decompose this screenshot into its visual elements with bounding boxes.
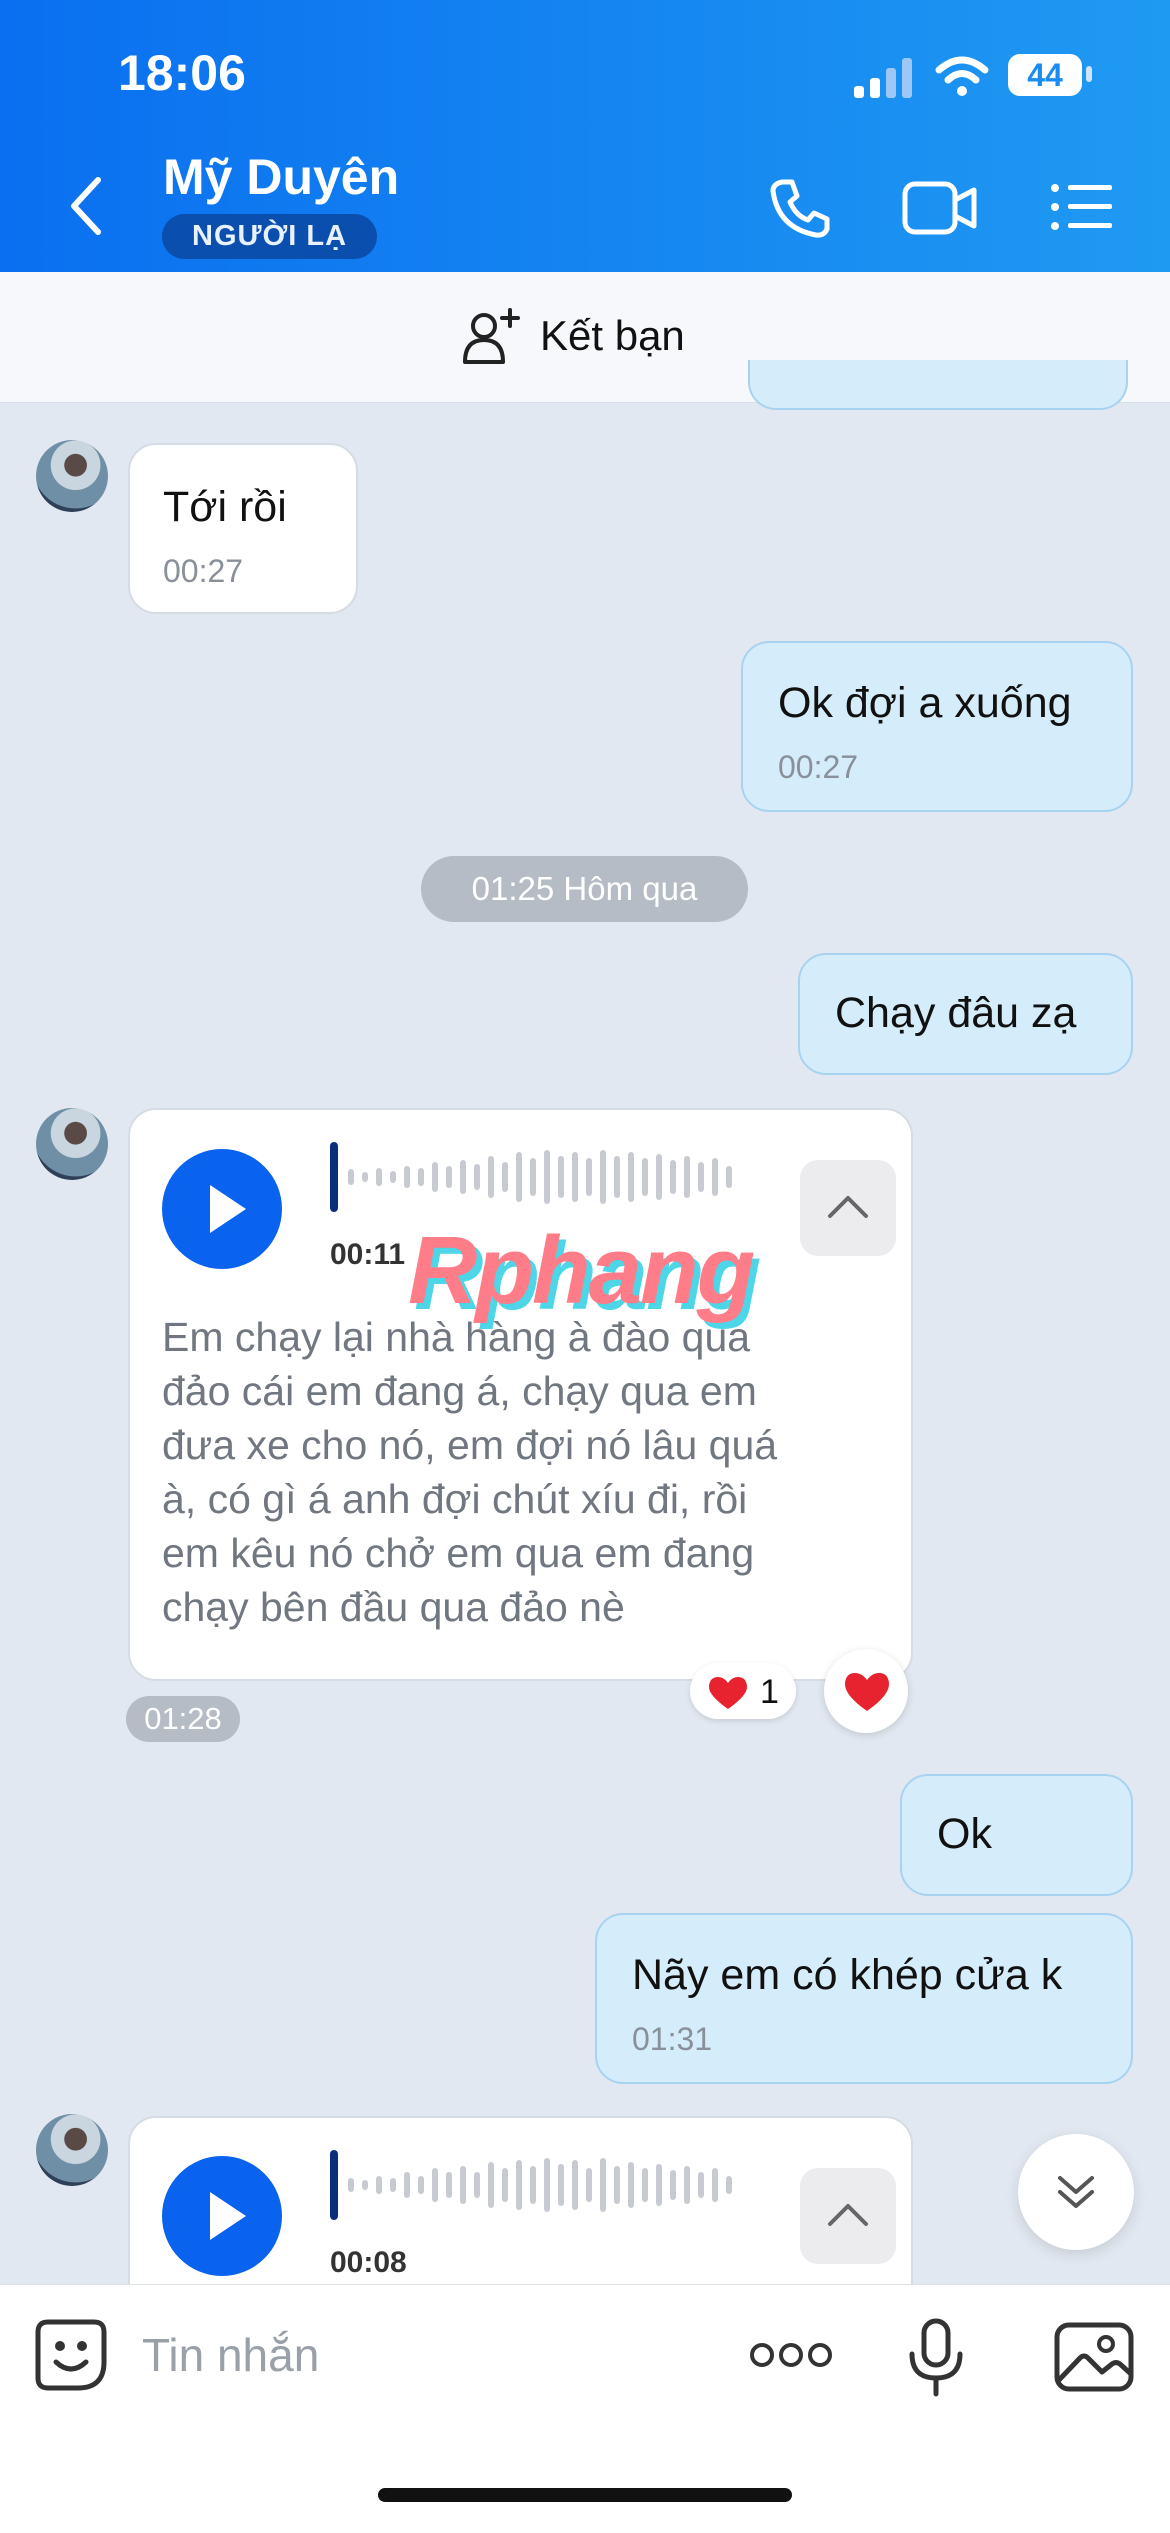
scroll-to-bottom-button[interactable]: [1018, 2134, 1134, 2250]
more-icon[interactable]: [748, 2340, 834, 2370]
message-text: Ok đợi a xuống: [778, 679, 1072, 727]
transcript-line: đưa xe cho nó, em đợi nó lâu quá: [162, 1422, 778, 1468]
wifi-icon: [935, 56, 989, 96]
collapse-transcript-button[interactable]: [800, 2168, 896, 2264]
signal-icon: [854, 58, 912, 98]
collapse-transcript-button[interactable]: [800, 1160, 896, 1256]
contact-name[interactable]: Mỹ Duyên: [163, 148, 399, 206]
message-text: Nãy em có khép cửa k: [632, 1951, 1063, 1999]
add-friend-label[interactable]: Kết bạn: [540, 312, 685, 360]
image-icon[interactable]: [1054, 2322, 1134, 2392]
transcript-line: em kêu nó chở em qua em đang: [162, 1530, 755, 1576]
reaction-count: 1: [760, 1673, 779, 1711]
heart-icon: [844, 1673, 890, 1711]
message-text: Ok: [937, 1810, 992, 1858]
message-bubble-outgoing[interactable]: Nãy em có khép cửa k 01:31: [595, 1913, 1133, 2084]
react-button[interactable]: [824, 1649, 908, 1733]
phone-icon[interactable]: [768, 176, 832, 240]
battery-icon: 44: [1008, 54, 1082, 96]
heart-icon: [708, 1677, 748, 1709]
message-bubble-outgoing[interactable]: Chạy đâu zạ: [798, 953, 1133, 1075]
message-input[interactable]: Tin nhắn: [142, 2328, 319, 2382]
message-text: Chạy đâu zạ: [835, 989, 1077, 1037]
chevron-up-icon: [828, 2204, 868, 2226]
transcript-line: đảo cái em đang á, chạy qua em: [162, 1368, 757, 1414]
message-time: 00:27: [778, 749, 859, 785]
message-time-pill: 01:28: [126, 1696, 240, 1742]
waveform[interactable]: [330, 1142, 740, 1212]
play-icon: [210, 2192, 246, 2240]
stranger-badge: NGƯỜI LẠ: [162, 214, 378, 259]
avatar[interactable]: [36, 440, 108, 512]
play-icon: [210, 1185, 246, 1233]
voice-duration: 00:08: [330, 2246, 407, 2279]
add-friend-icon[interactable]: [462, 306, 524, 364]
voice-transcript: Em chạy lại nhà hàng à đào qua đảo cái e…: [162, 1310, 777, 1634]
message-time: 01:31: [632, 2021, 713, 2057]
message-bubble-incoming[interactable]: Tới rồi 00:27: [128, 443, 358, 614]
avatar[interactable]: [36, 2114, 108, 2186]
transcript-line: chạy bên đầu qua đảo nè: [162, 1584, 625, 1630]
sticker-icon[interactable]: [34, 2318, 108, 2392]
voice-duration: 00:11: [330, 1238, 406, 1271]
message-text: Tới rồi: [163, 483, 287, 531]
mic-icon[interactable]: [906, 2318, 966, 2398]
play-button[interactable]: [162, 1149, 282, 1269]
avatar[interactable]: [36, 1108, 108, 1180]
watermark: Rphang: [408, 1217, 755, 1324]
waveform[interactable]: [330, 2150, 740, 2220]
message-time: 01:28: [144, 1701, 222, 1736]
chevron-double-down-icon: [1058, 2176, 1094, 2208]
menu-icon[interactable]: [1050, 182, 1112, 232]
message-bubble-outgoing[interactable]: Ok đợi a xuống 00:27: [741, 641, 1133, 812]
date-separator: 01:25 Hôm qua: [421, 856, 748, 922]
battery-cap: [1086, 66, 1092, 82]
battery-level: 44: [1027, 57, 1063, 93]
chevron-up-icon: [828, 1196, 868, 1218]
transcript-line: à, có gì á anh đợi chút xíu đi, rồi: [162, 1476, 748, 1522]
message-time: 00:27: [163, 553, 244, 589]
reaction-summary[interactable]: 1: [690, 1663, 796, 1719]
date-separator-label: 01:25 Hôm qua: [471, 870, 698, 907]
home-indicator: [378, 2488, 792, 2502]
back-icon[interactable]: [66, 176, 106, 236]
play-button[interactable]: [162, 2156, 282, 2276]
status-time: 18:06: [118, 45, 246, 101]
message-bubble-outgoing[interactable]: Ok: [900, 1774, 1133, 1896]
video-icon[interactable]: [902, 180, 978, 236]
message-bubble-partial: [748, 360, 1128, 410]
